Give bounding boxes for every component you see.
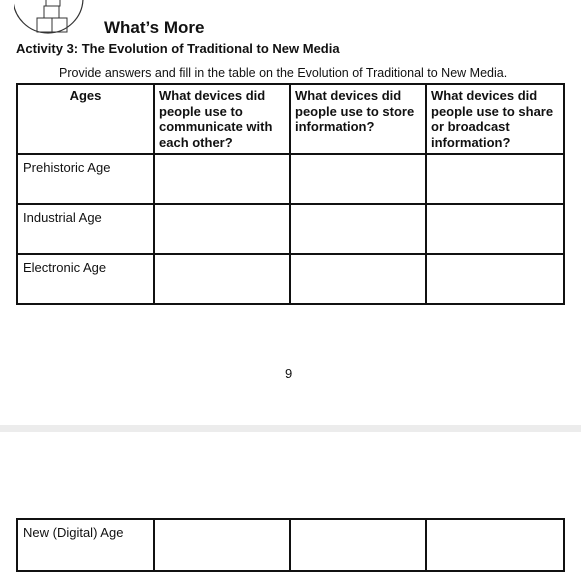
answer-cell-share[interactable] <box>425 203 565 255</box>
evolution-table: Ages What devices did people use to comm… <box>16 83 565 305</box>
answer-cell-share[interactable] <box>425 518 565 572</box>
instructions: Provide answers and fill in the table on… <box>59 66 508 80</box>
age-cell: New (Digital) Age <box>16 518 155 572</box>
table-row: Electronic Age <box>16 253 565 305</box>
answer-cell-communicate[interactable] <box>153 253 291 305</box>
table-row: Industrial Age <box>16 203 565 255</box>
column-header-share: What devices did people use to share or … <box>425 83 565 155</box>
page-number: 9 <box>285 366 293 381</box>
evolution-table-continued: New (Digital) Age <box>16 518 565 572</box>
age-cell: Electronic Age <box>16 253 155 305</box>
age-cell: Prehistoric Age <box>16 153 155 205</box>
answer-cell-store[interactable] <box>289 203 427 255</box>
column-header-store: What devices did people use to store inf… <box>289 83 427 155</box>
table-header-row: Ages What devices did people use to comm… <box>16 83 565 155</box>
answer-cell-communicate[interactable] <box>153 153 291 205</box>
answer-cell-communicate[interactable] <box>153 518 291 572</box>
age-cell: Industrial Age <box>16 203 155 255</box>
answer-cell-store[interactable] <box>289 153 427 205</box>
activity-title: Activity 3: The Evolution of Traditional… <box>16 41 340 56</box>
section-title: What’s More <box>104 18 205 37</box>
answer-cell-share[interactable] <box>425 253 565 305</box>
column-header-ages: Ages <box>16 83 155 155</box>
answer-cell-communicate[interactable] <box>153 203 291 255</box>
table-row: New (Digital) Age <box>16 518 565 572</box>
answer-cell-store[interactable] <box>289 253 427 305</box>
answer-cell-store[interactable] <box>289 518 427 572</box>
page-separator <box>0 425 581 432</box>
stacked-boxes-icon <box>12 0 86 36</box>
column-header-communicate: What devices did people use to communica… <box>153 83 291 155</box>
table-row: Prehistoric Age <box>16 153 565 205</box>
answer-cell-share[interactable] <box>425 153 565 205</box>
